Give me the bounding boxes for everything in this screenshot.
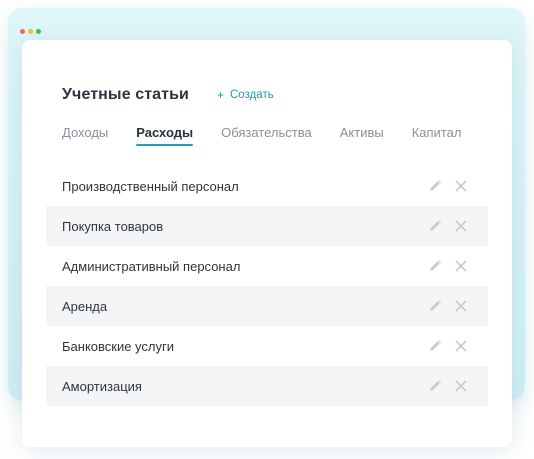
tab-income[interactable]: Доходы [62, 125, 108, 146]
tab-liabilities[interactable]: Обязательства [221, 125, 312, 146]
row-actions [428, 259, 468, 273]
pencil-icon[interactable] [428, 219, 442, 233]
accounts-card: Учетные статьи + Создать Доходы Расходы … [22, 40, 512, 447]
item-label: Банковские услуги [62, 338, 174, 354]
item-label: Административный персонал [62, 258, 241, 274]
create-label: Создать [230, 89, 274, 101]
close-icon[interactable] [454, 259, 468, 273]
close-icon[interactable] [454, 179, 468, 193]
pencil-icon[interactable] [428, 379, 442, 393]
row-actions [428, 219, 468, 233]
create-button[interactable]: + Создать [217, 88, 274, 102]
row-actions [428, 179, 468, 193]
item-label: Амортизация [62, 378, 142, 394]
close-icon[interactable] [454, 299, 468, 313]
close-icon[interactable] [454, 219, 468, 233]
minimize-dot[interactable] [28, 29, 33, 34]
tab-capital[interactable]: Капитал [412, 125, 462, 146]
list-item: Амортизация [46, 366, 488, 406]
close-icon[interactable] [454, 339, 468, 353]
maximize-dot[interactable] [36, 29, 41, 34]
pencil-icon[interactable] [428, 179, 442, 193]
row-actions [428, 379, 468, 393]
close-dot[interactable] [20, 29, 25, 34]
list-item: Банковские услуги [46, 326, 488, 366]
card-header: Учетные статьи + Создать [62, 86, 274, 104]
accounts-list: Производственный персонал Покупка товаро… [46, 166, 488, 406]
category-tabs: Доходы Расходы Обязательства Активы Капи… [62, 125, 461, 146]
tab-expenses[interactable]: Расходы [136, 125, 193, 146]
row-actions [428, 339, 468, 353]
stage: Учетные статьи + Создать Доходы Расходы … [0, 0, 534, 459]
window-controls [20, 29, 41, 34]
item-label: Покупка товаров [62, 218, 164, 234]
item-label: Аренда [62, 298, 108, 314]
pencil-icon[interactable] [428, 339, 442, 353]
item-label: Производственный персонал [62, 178, 239, 194]
pencil-icon[interactable] [428, 259, 442, 273]
plus-icon: + [216, 88, 224, 102]
tab-assets[interactable]: Активы [340, 125, 384, 146]
list-item: Покупка товаров [46, 206, 488, 246]
list-item: Административный персонал [46, 246, 488, 286]
list-item: Производственный персонал [46, 166, 488, 206]
page-title: Учетные статьи [62, 86, 189, 103]
close-icon[interactable] [454, 379, 468, 393]
row-actions [428, 299, 468, 313]
list-item: Аренда [46, 286, 488, 326]
pencil-icon[interactable] [428, 299, 442, 313]
